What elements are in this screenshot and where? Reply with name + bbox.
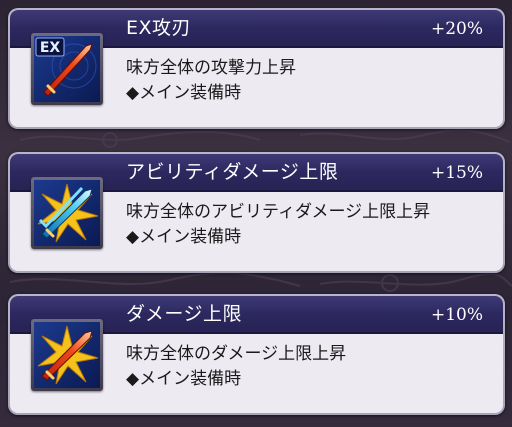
ex-badge: EX [40, 40, 61, 56]
skill-condition: ◆メイン装備時 [126, 369, 242, 389]
skill-condition: ◆メイン装備時 [126, 227, 242, 247]
skill-description: 味方全体のアビリティダメージ上限上昇 [126, 202, 431, 222]
ex-attack-sword-icon: EX [31, 33, 103, 105]
skill-card-ability-damage-cap: アビリティダメージ上限 +15% 味方全体のアビリティダメージ上限上昇 ◆メイン… [8, 152, 505, 273]
skill-description-block: 味方全体のアビリティダメージ上限上昇 ◆メイン装備時 [126, 200, 430, 250]
skill-percent: +15% [430, 163, 483, 183]
skill-percent: +20% [430, 19, 483, 39]
skill-title: ダメージ上限 [126, 303, 243, 325]
damage-cap-icon [31, 319, 103, 391]
skill-description-block: 味方全体のダメージ上限上昇 ◆メイン装備時 [126, 342, 346, 392]
skill-title: アビリティダメージ上限 [126, 161, 339, 183]
skill-description-block: 味方全体の攻撃力上昇 ◆メイン装備時 [126, 56, 296, 106]
skill-card-body: ダメージ上限 +10% 味方全体のダメージ上限上昇 ◆メイン装備時 [10, 296, 503, 413]
skill-card-body: EX攻刃 +20% EX 味方全体の攻撃力上昇 ◆メイン装備時 [10, 10, 503, 127]
skill-card-body: アビリティダメージ上限 +15% 味方全体のアビリティダメージ上限上昇 ◆メイン… [10, 154, 503, 271]
skill-description: 味方全体の攻撃力上昇 [126, 58, 296, 78]
skill-card-damage-cap: ダメージ上限 +10% 味方全体のダメージ上限上昇 ◆メイン装備時 [8, 294, 505, 415]
skill-card-ex-attack: EX攻刃 +20% EX 味方全体の攻撃力上昇 ◆メイン装備時 [8, 8, 505, 129]
skill-title: EX攻刃 [126, 17, 192, 39]
skill-condition: ◆メイン装備時 [126, 83, 242, 103]
skill-description: 味方全体のダメージ上限上昇 [126, 344, 347, 364]
skill-percent: +10% [430, 305, 483, 325]
ability-damage-cap-icon [31, 177, 103, 249]
